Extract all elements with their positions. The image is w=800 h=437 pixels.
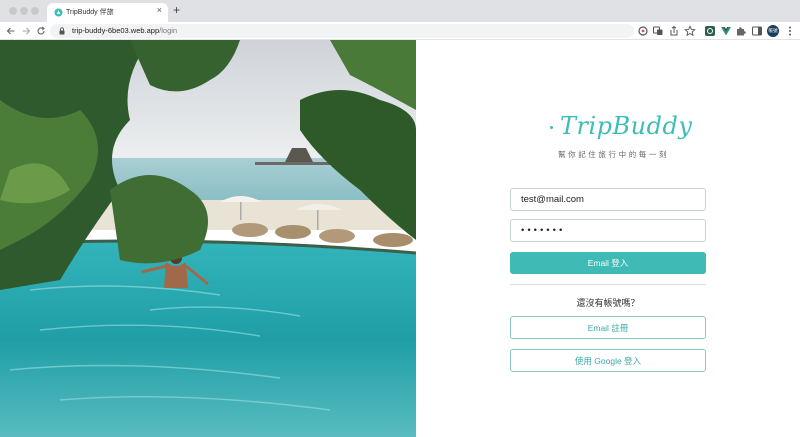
side-panel-icon[interactable]	[751, 25, 763, 37]
signup-question: 還沒有帳號嗎？	[576, 298, 640, 308]
puzzle-extensions-icon[interactable]	[735, 25, 747, 37]
close-window-icon[interactable]	[9, 7, 17, 15]
brand-slogan: 幫你記住旅行中的每一刻	[558, 150, 670, 159]
back-arrow-icon[interactable]	[6, 26, 16, 36]
browser-window: TripBuddy 伴旅 × + trip-buddy-6be03.web.ap…	[0, 0, 800, 437]
tripbuddy-logo: TripBuddy	[560, 112, 693, 140]
profile-avatar[interactable]: 帳號	[767, 25, 779, 37]
bookmark-star-icon[interactable]	[684, 25, 696, 37]
form-divider	[510, 284, 706, 285]
email-signup-button[interactable]: Email 註冊	[510, 316, 706, 339]
maximize-window-icon[interactable]	[31, 7, 39, 15]
forward-arrow-icon[interactable]	[21, 26, 31, 36]
url-path: /login	[159, 26, 178, 35]
tab-close-icon[interactable]: ×	[157, 6, 162, 15]
vue-devtools-icon[interactable]	[720, 25, 732, 37]
minimize-window-icon[interactable]	[20, 7, 28, 15]
address-bar[interactable]: trip-buddy-6be03.web.app/login	[50, 24, 634, 38]
share-icon[interactable]	[668, 25, 680, 37]
url-text: trip-buddy-6be03.web.app/login	[72, 26, 177, 35]
browser-toolbar: trip-buddy-6be03.web.app/login 帳號	[0, 22, 800, 40]
google-login-button[interactable]: 使用 Google 登入	[510, 349, 706, 372]
google-lens-icon[interactable]	[637, 25, 649, 37]
tab-title: TripBuddy 伴旅	[66, 9, 114, 16]
hero-photo	[0, 40, 416, 437]
url-host: trip-buddy-6be03.web.app	[72, 26, 160, 35]
new-tab-button[interactable]: +	[173, 4, 180, 16]
infinity-pool-image	[0, 40, 416, 437]
kebab-menu-icon[interactable]	[784, 25, 796, 37]
email-input[interactable]	[510, 188, 706, 211]
browser-tab[interactable]: TripBuddy 伴旅 ×	[47, 3, 168, 22]
lock-icon	[59, 27, 65, 35]
translate-icon[interactable]	[652, 25, 664, 37]
reload-icon[interactable]	[36, 26, 46, 36]
login-panel: TripBuddy 幫你記住旅行中的每一刻 Email 登入 還沒有帳號嗎？ E…	[416, 40, 800, 437]
extension-green-icon[interactable]	[704, 25, 716, 37]
tripbuddy-favicon-icon	[54, 8, 63, 17]
email-login-button[interactable]: Email 登入	[510, 252, 706, 274]
tab-bar: TripBuddy 伴旅 × +	[0, 0, 800, 22]
password-input[interactable]	[510, 219, 706, 242]
logo-dot	[550, 126, 553, 129]
